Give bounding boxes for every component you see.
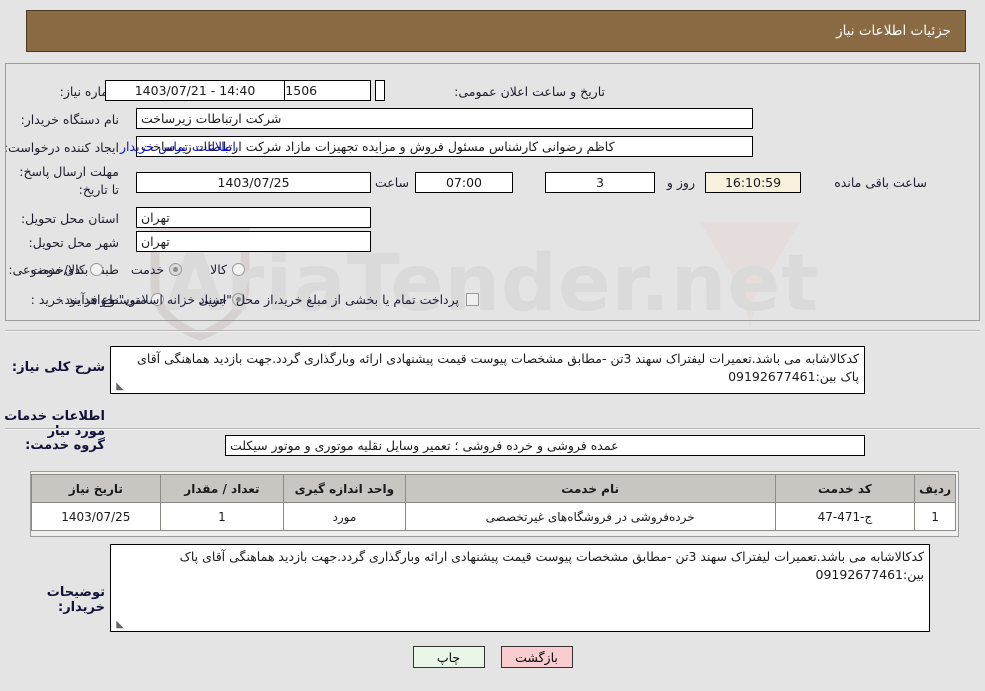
buyer-notes-textarea[interactable]: کدکالاشابه می باشد.تعمیرات لیفتراک سهند … <box>110 544 930 632</box>
cell-name: خرده‌فروشی در فروشگاه‌های غیرتخصصی <box>404 502 776 531</box>
th-index: ردیف <box>914 474 956 503</box>
services-section-title: اطلاعات خدمات مورد نیاز <box>4 409 105 439</box>
cell-quantity: 1 <box>159 502 285 531</box>
page-header: جزئیات اطلاعات نیاز <box>26 10 966 52</box>
need-info-panel <box>5 63 980 321</box>
th-quantity: تعداد / مقدار <box>159 474 285 503</box>
need-description-textarea[interactable]: کدکالاشابه می باشد.تعمیرات لیفتراک سهند … <box>110 346 865 394</box>
need-description-label: شرح کلی نیاز: <box>11 360 105 375</box>
page-root: AriaTender.net جزئیات اطلاعات نیاز شماره… <box>0 0 985 691</box>
cell-index: 1 <box>914 502 956 531</box>
cell-need-date: 1403/07/25 <box>31 502 161 531</box>
action-buttons: بازگشت چاپ <box>0 646 985 668</box>
need-description-value: کدکالاشابه می باشد.تعمیرات لیفتراک سهند … <box>137 351 859 385</box>
print-button[interactable]: چاپ <box>412 646 485 668</box>
th-name: نام خدمت <box>404 474 776 503</box>
buyer-notes-label: توضیحات خریدار: <box>46 585 105 615</box>
buyer-notes-resize-grip-icon[interactable]: ◣ <box>114 620 124 630</box>
service-group-field: عمده فروشی و خرده فروشی ؛ تعمیر وسایل نق… <box>225 435 865 456</box>
divider-services <box>5 428 980 430</box>
cell-unit: مورد <box>283 502 406 531</box>
th-code: کد خدمت <box>774 474 916 503</box>
table-header-row: ردیف کد خدمت نام خدمت واحد اندازه گیری ت… <box>31 474 956 503</box>
table-row: 1 ج-471-47 خرده‌فروشی در فروشگاه‌های غیر… <box>31 502 956 531</box>
divider-top <box>5 330 980 332</box>
service-group-label: گروه خدمت: <box>25 438 105 453</box>
page-title: جزئیات اطلاعات نیاز <box>836 23 951 39</box>
buyer-notes-value: کدکالاشابه می باشد.تعمیرات لیفتراک سهند … <box>179 549 924 583</box>
th-need-date: تاریخ نیاز <box>31 474 161 503</box>
th-unit: واحد اندازه گیری <box>283 474 406 503</box>
resize-grip-icon[interactable]: ◣ <box>114 382 124 392</box>
services-table-container: ردیف کد خدمت نام خدمت واحد اندازه گیری ت… <box>30 471 959 537</box>
services-table: ردیف کد خدمت نام خدمت واحد اندازه گیری ت… <box>31 474 956 531</box>
cell-code: ج-471-47 <box>774 502 916 531</box>
back-button[interactable]: بازگشت <box>500 646 573 668</box>
